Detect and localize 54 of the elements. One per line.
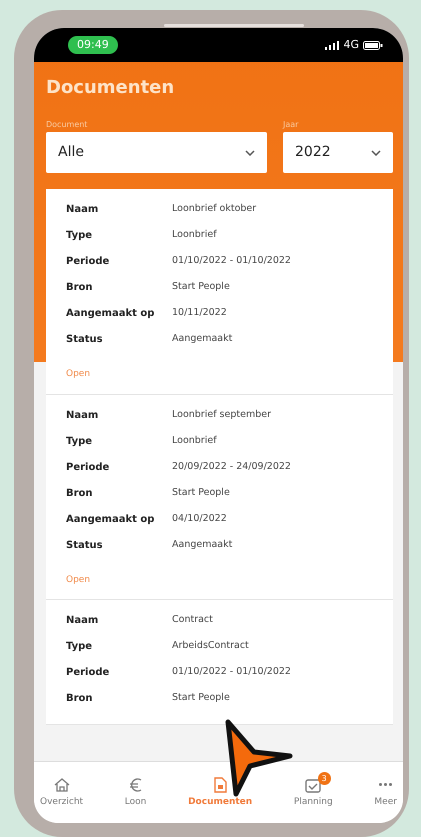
notification-count: 3	[318, 772, 331, 785]
field-value: Start People	[172, 486, 230, 500]
year-select[interactable]: 2022	[283, 132, 393, 173]
open-link[interactable]: Open	[66, 574, 90, 587]
field-label: Status	[66, 333, 104, 346]
field-value: 01/10/2022 - 01/10/2022	[172, 255, 291, 268]
field-label: Type	[66, 640, 94, 653]
field-label: Naam	[66, 614, 100, 627]
document-select[interactable]: Alle	[46, 132, 267, 173]
network-label: 4G	[343, 36, 359, 53]
field-label: Naam	[66, 408, 100, 422]
field-label: Bron	[66, 486, 94, 500]
field-value: 04/10/2022	[172, 512, 227, 526]
open-link[interactable]: Open	[66, 368, 90, 382]
filter-label: Jaar	[283, 119, 300, 131]
tab-bar-item[interactable]: Overzicht	[36, 772, 88, 814]
home-icon	[52, 776, 71, 794]
field-label: Type	[66, 434, 94, 448]
field-value: Aangemaakt	[172, 538, 232, 552]
field-value: 20/09/2022 - 24/09/2022	[172, 460, 291, 474]
field-value: Aangemaakt	[172, 333, 232, 346]
field-label: Status	[66, 538, 104, 552]
signal-icon	[325, 40, 340, 50]
tab-bar-item[interactable]: Planning 3	[290, 772, 337, 814]
field-value: ArbeidsContract	[172, 640, 249, 653]
chevron-down-icon	[371, 150, 381, 156]
battery-icon	[363, 40, 383, 50]
tab-bar-item[interactable]: Documenten	[184, 772, 256, 814]
field-value: 10/11/2022	[172, 307, 227, 320]
field-value: Start People	[172, 692, 230, 705]
tab-bar-item[interactable]: Meer	[370, 772, 401, 814]
field-label: Bron	[66, 281, 94, 294]
status-time: 09:49	[68, 36, 118, 54]
field-label: Naam	[66, 203, 100, 216]
more-icon	[379, 782, 392, 786]
field-label: Periode	[66, 460, 110, 474]
field-value: Loonbrief oktober	[172, 203, 256, 216]
field-label: Periode	[66, 666, 110, 679]
field-label: Type	[66, 229, 94, 242]
field-value: 01/10/2022 - 01/10/2022	[172, 666, 291, 679]
page-title: Documenten	[46, 76, 176, 100]
field-label: Bron	[66, 692, 94, 705]
field-label: Aangemaakt op	[66, 307, 156, 320]
chevron-down-icon	[245, 150, 255, 156]
pointer-arrow-icon	[224, 718, 294, 798]
field-value: Contract	[172, 614, 213, 627]
field-value: Start People	[172, 281, 230, 294]
field-value: Loonbrief	[172, 434, 217, 448]
field-label: Periode	[66, 255, 110, 268]
filter-label: Document	[46, 119, 88, 131]
field-label: Aangemaakt op	[66, 512, 156, 526]
field-value: Loonbrief	[172, 229, 217, 242]
tab-bar-item[interactable]: Loon	[120, 772, 150, 814]
field-value: Loonbrief september	[172, 408, 271, 422]
